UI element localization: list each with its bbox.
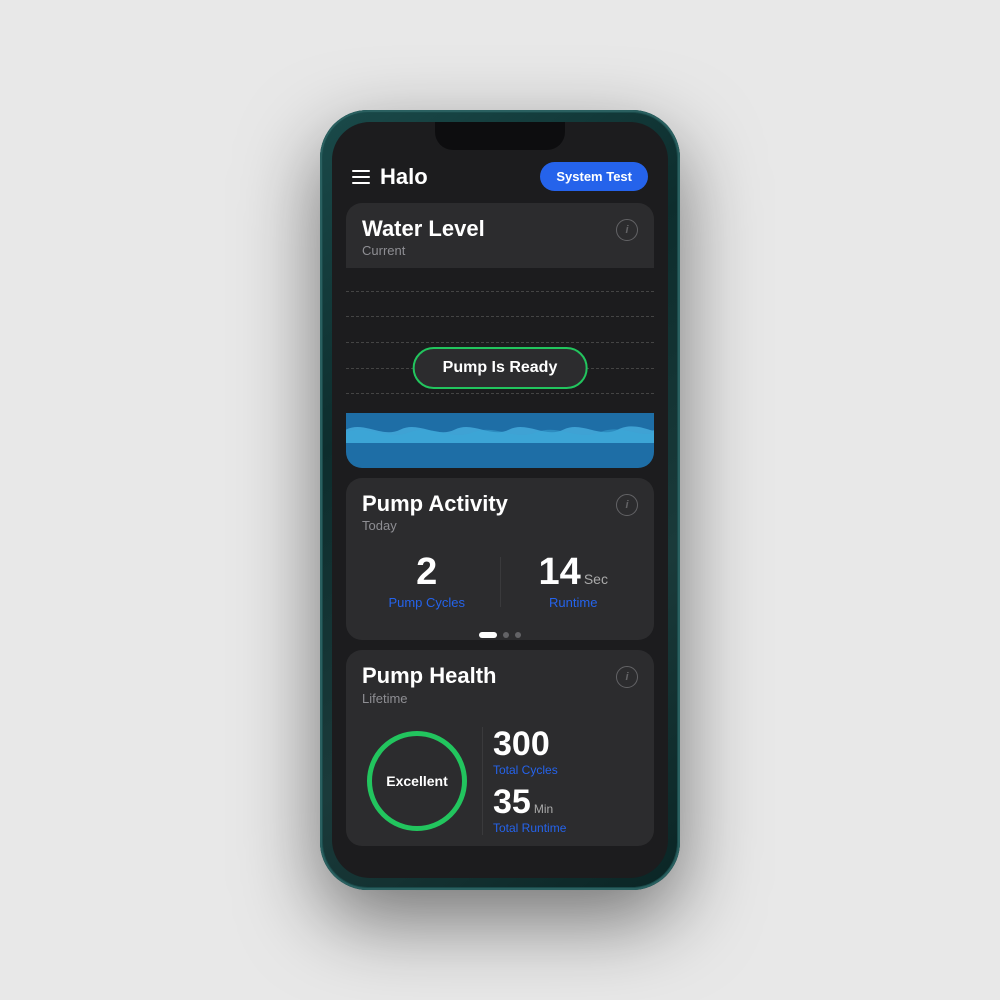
pump-activity-subtitle: Today: [362, 518, 508, 533]
pump-activity-title: Pump Activity: [362, 492, 508, 516]
menu-button[interactable]: [352, 170, 370, 184]
page-dots: [346, 626, 654, 640]
water-level-card-header: Water Level Current i: [346, 203, 654, 268]
stat-divider: [500, 557, 501, 607]
pump-health-card-header: Pump Health Lifetime i: [346, 650, 654, 715]
cards-scroll: Water Level Current i: [332, 203, 668, 878]
pump-health-subtitle: Lifetime: [362, 691, 496, 706]
total-cycles-value: 300: [493, 727, 638, 761]
header: Halo System Test: [332, 154, 668, 203]
runtime-unit: Sec: [584, 572, 608, 586]
pump-health-title: Pump Health: [362, 664, 496, 688]
pump-activity-card: Pump Activity Today i 2 Pump Cycles: [346, 478, 654, 640]
runtime-label: Runtime: [549, 595, 597, 610]
wave-svg: [346, 416, 654, 443]
pump-activity-card-header: Pump Activity Today i: [346, 478, 654, 543]
total-cycles-row: 300 Total Cycles: [493, 727, 638, 777]
health-stats: 300 Total Cycles 35 Min Total Runtime: [482, 727, 638, 835]
notch: [435, 122, 565, 150]
water-wave-container: [346, 413, 654, 468]
water-level-info-icon[interactable]: i: [616, 219, 638, 241]
health-circle-container: Excellent: [362, 726, 472, 836]
health-circle: Excellent: [367, 731, 467, 831]
screen-content: Halo System Test Water Level Current i: [332, 122, 668, 878]
dashed-line-1: [346, 291, 654, 292]
page-dot-2[interactable]: [503, 632, 509, 638]
pump-cycles-label: Pump Cycles: [388, 595, 465, 610]
total-runtime-row: 35 Min Total Runtime: [493, 785, 638, 835]
app-title: Halo: [380, 164, 428, 190]
dashed-line-5: [346, 393, 654, 394]
page-dot-1[interactable]: [479, 632, 497, 638]
water-level-title-block: Water Level Current: [362, 217, 485, 258]
pump-ready-button[interactable]: Pump Is Ready: [413, 347, 588, 389]
system-test-button[interactable]: System Test: [540, 162, 648, 191]
water-level-card: Water Level Current i: [346, 203, 654, 468]
pump-activity-stats: 2 Pump Cycles 14 Sec Runtime: [346, 543, 654, 626]
pump-health-info-icon[interactable]: i: [616, 666, 638, 688]
health-circle-inner: Excellent: [386, 773, 447, 789]
total-runtime-unit: Min: [534, 803, 553, 815]
pump-cycles-stat: 2 Pump Cycles: [362, 553, 492, 610]
page-dot-3[interactable]: [515, 632, 521, 638]
pump-cycles-value: 2: [416, 553, 437, 591]
pump-health-card: Pump Health Lifetime i Excellent: [346, 650, 654, 845]
dashed-line-2: [346, 316, 654, 317]
total-runtime-value: 35 Min: [493, 785, 638, 819]
dashed-line-3: [346, 342, 654, 343]
phone-screen: Halo System Test Water Level Current i: [332, 122, 668, 878]
water-level-title: Water Level: [362, 217, 485, 241]
total-cycles-label: Total Cycles: [493, 763, 638, 777]
water-level-subtitle: Current: [362, 243, 485, 258]
water-level-visual: Pump Is Ready: [346, 268, 654, 468]
runtime-stat: 14 Sec Runtime: [509, 553, 639, 610]
pump-activity-info-icon[interactable]: i: [616, 494, 638, 516]
header-left: Halo: [352, 164, 428, 190]
total-runtime-label: Total Runtime: [493, 821, 638, 835]
pump-activity-title-block: Pump Activity Today: [362, 492, 508, 533]
health-status-label: Excellent: [386, 773, 447, 789]
pump-health-content: Excellent 300 Total Cycles: [346, 716, 654, 846]
phone-device: Halo System Test Water Level Current i: [320, 110, 680, 890]
runtime-value: 14 Sec: [539, 553, 608, 591]
pump-health-title-block: Pump Health Lifetime: [362, 664, 496, 705]
